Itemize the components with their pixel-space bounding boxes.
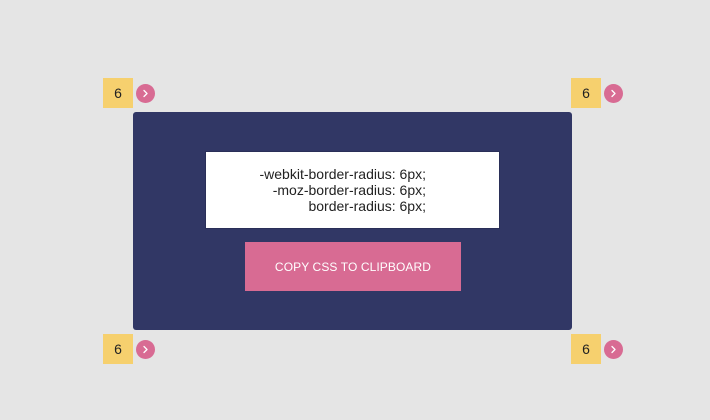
chevron-right-icon[interactable] [604, 339, 623, 359]
copy-css-button[interactable]: COPY CSS TO CLIPBOARD [245, 242, 461, 291]
chevron-right-icon[interactable] [136, 83, 155, 103]
chevron-right-icon[interactable] [136, 339, 155, 359]
border-radius-generator: 6 6 -webkit-border-radius: 6px; -moz-bor… [0, 0, 710, 420]
corner-value-top-left[interactable]: 6 [103, 78, 133, 108]
corner-control-bottom-right: 6 [571, 334, 623, 364]
corner-value-bottom-left[interactable]: 6 [103, 334, 133, 364]
chevron-right-icon[interactable] [604, 83, 623, 103]
radius-preview-box: -webkit-border-radius: 6px; -moz-border-… [133, 112, 572, 330]
css-line-standard: border-radius: 6px; [308, 198, 426, 214]
css-line-webkit: -webkit-border-radius: 6px; [259, 166, 426, 182]
corner-value-top-right[interactable]: 6 [571, 78, 601, 108]
corner-control-top-right: 6 [571, 78, 623, 108]
corner-value-bottom-right[interactable]: 6 [571, 334, 601, 364]
css-output-box[interactable]: -webkit-border-radius: 6px; -moz-border-… [205, 151, 500, 229]
corner-control-top-left: 6 [103, 78, 155, 108]
css-line-moz: -moz-border-radius: 6px; [272, 182, 426, 198]
corner-control-bottom-left: 6 [103, 334, 155, 364]
